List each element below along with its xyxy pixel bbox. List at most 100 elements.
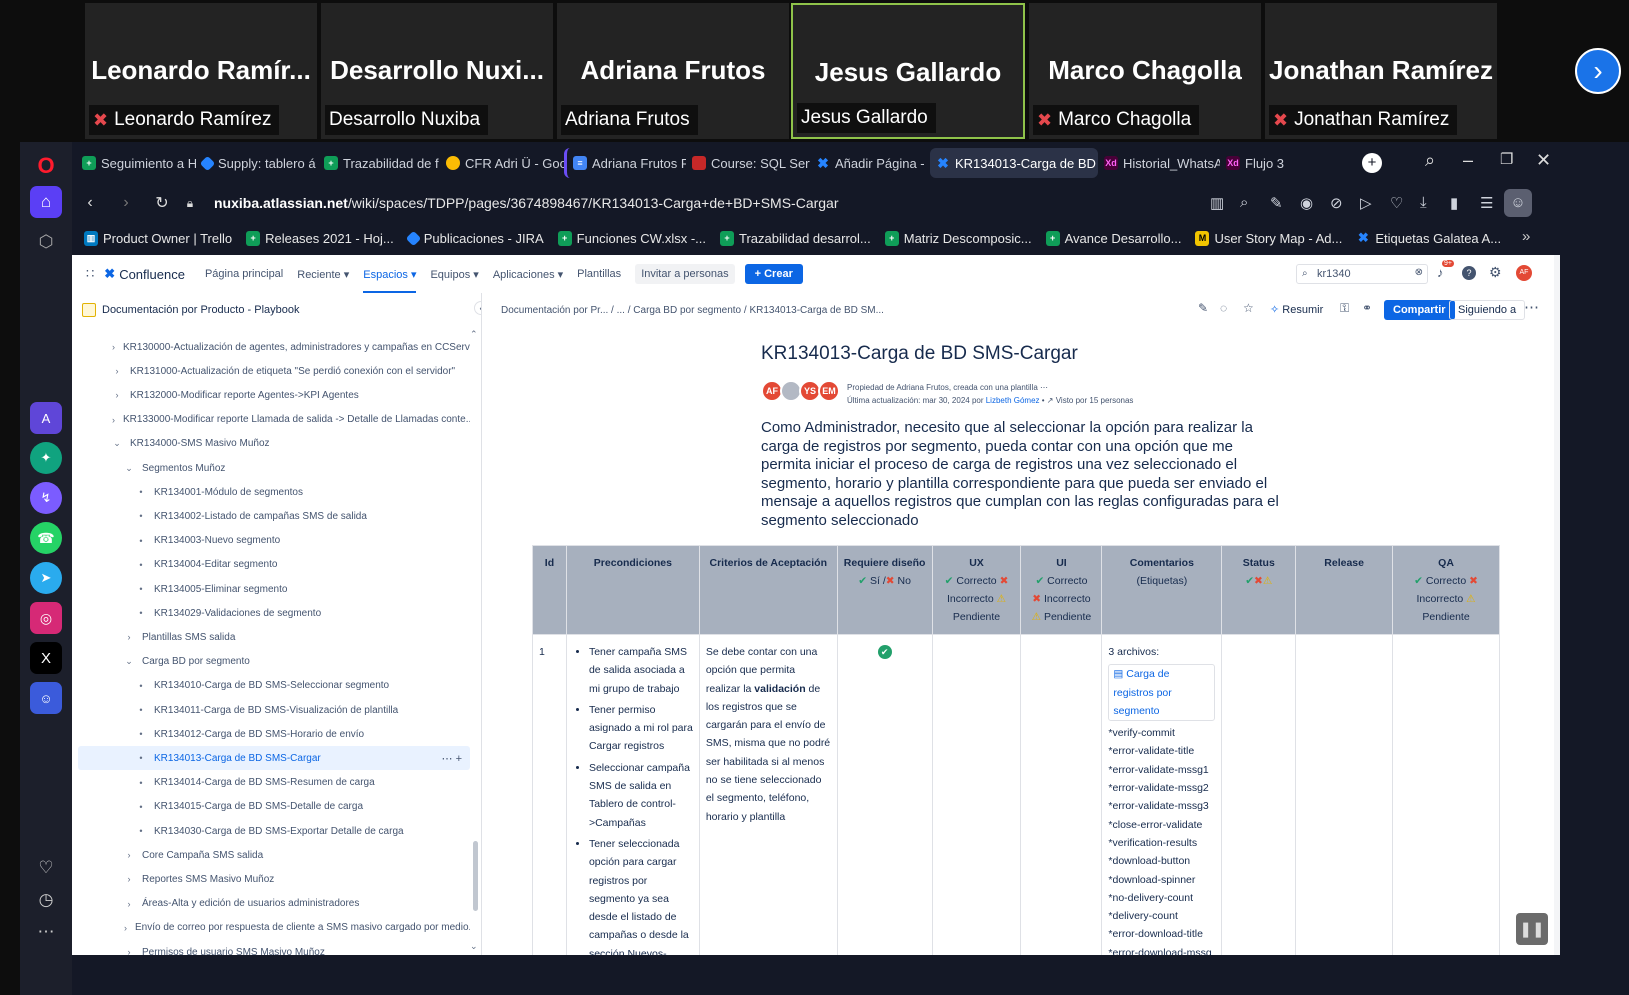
opera-logo-icon[interactable]: O (30, 150, 62, 182)
tree-item[interactable]: › Plantillas SMS salida (78, 625, 470, 649)
camera-icon[interactable]: ◉ (1300, 194, 1313, 212)
download-icon[interactable]: ⤓ (1420, 194, 1427, 211)
browser-tab[interactable]: Xd Flujo 3 (1220, 148, 1330, 178)
edit-icon[interactable]: ✎ (1270, 194, 1283, 212)
history-icon[interactable]: ◷ (30, 884, 62, 916)
chevron-icon[interactable]: › (124, 874, 134, 884)
app-switcher-icon[interactable]: ∷ (86, 266, 94, 282)
pause-icon[interactable]: ❚❚ (1516, 913, 1548, 945)
messenger-icon[interactable]: ↯ (30, 482, 62, 514)
participant-tile[interactable]: Adriana Frutos Adriana Frutos (557, 3, 789, 139)
more-icon[interactable]: ⋯ (1040, 383, 1048, 392)
bullet-icon[interactable]: • (136, 487, 146, 497)
url-field[interactable]: nuxiba.atlassian.net/wiki/spaces/TDPP/pa… (214, 195, 839, 211)
profile-icon[interactable]: ☺ (1504, 189, 1532, 217)
bullet-icon[interactable]: • (136, 729, 146, 739)
nav-teams[interactable]: Equipos ▾ (430, 268, 478, 281)
comment-icon[interactable]: ◌ (1220, 301, 1227, 315)
bookmark-item[interactable]: Publicaciones - JIRA (405, 230, 544, 246)
tree-item[interactable]: › Áreas-Alta y edición de usuarios admini… (78, 892, 470, 916)
reload-icon[interactable]: ↻ (144, 193, 180, 213)
more-actions-icon[interactable]: ⋯ (1524, 298, 1539, 316)
invite-button[interactable]: Invitar a personas (635, 264, 735, 284)
tree-item[interactable]: › KR132000-Modificar reporte Agentes->KPI… (78, 383, 470, 407)
product-name[interactable]: Confluence (119, 267, 185, 282)
summarize-button[interactable]: ✧ Resumir (1270, 303, 1323, 316)
bookmark-item[interactable]: + Matriz Descomposic... (884, 230, 1032, 246)
browser-tab[interactable]: Supply: tablero á (196, 148, 318, 178)
chevron-icon[interactable]: › (112, 415, 115, 425)
chevron-icon[interactable]: ⌄ (124, 656, 134, 667)
chevron-icon[interactable]: › (124, 947, 134, 955)
restore-button[interactable]: ❐ (1500, 150, 1513, 168)
bookmark-item[interactable]: + Avance Desarrollo... (1045, 230, 1181, 246)
tree-item[interactable]: • KR134001-Módulo de segmentos (78, 480, 470, 504)
tree-item[interactable]: • KR134014-Carga de BD SMS-Resumen de car… (78, 771, 470, 795)
reader-icon[interactable]: ▥ (1210, 194, 1224, 212)
chevron-icon[interactable]: ⌄ (124, 463, 134, 474)
bullet-icon[interactable]: • (136, 560, 146, 570)
share-button[interactable]: Compartir (1384, 300, 1455, 320)
link-icon[interactable]: ⚭ (1362, 301, 1372, 315)
page-scrollbar[interactable] (1554, 255, 1560, 955)
battery-icon[interactable]: ▮ (1450, 194, 1458, 212)
bullet-icon[interactable]: • (136, 681, 146, 691)
forward-icon[interactable]: › (108, 194, 144, 212)
chevron-icon[interactable]: ⌄ (112, 438, 122, 449)
tree-item-selected[interactable]: • KR134013-Carga de BD SMS-Cargar ⋯ + (78, 746, 470, 771)
minimize-button[interactable]: – (1463, 150, 1473, 171)
browser-tab[interactable]: ≡ Adriana Frutos Fi (564, 148, 686, 178)
heart-icon[interactable]: ♡ (30, 852, 62, 884)
tree-item[interactable]: › Envío de correo por respuesta de client… (78, 916, 470, 940)
clear-icon[interactable]: ⊗ (1415, 267, 1423, 278)
bullet-icon[interactable]: • (136, 826, 146, 836)
edit-icon[interactable]: ✎ (1198, 301, 1208, 315)
tree-item[interactable]: › Permisos de usuario SMS Masivo Muñoz (78, 940, 470, 956)
tree-item[interactable]: › KR130000-Actualización de agentes, admi… (78, 335, 470, 359)
next-participants-button[interactable]: › (1575, 48, 1621, 94)
create-button[interactable]: + Crear (744, 264, 803, 284)
nav-spaces[interactable]: Espacios ▾ (363, 256, 417, 293)
participant-tile-active[interactable]: Jesus Gallardo Jesus Gallardo (791, 3, 1025, 139)
browser-tab[interactable]: + Trazabilidad de f (318, 148, 440, 178)
tree-item[interactable]: • KR134011-Carga de BD SMS-Visualización … (78, 698, 470, 722)
bullet-icon[interactable]: • (136, 608, 146, 618)
bookmark-item[interactable]: + Releases 2021 - Hoj... (246, 230, 394, 246)
tree-item[interactable]: • KR134005-Eliminar segmento (78, 577, 470, 601)
bookmark-item[interactable]: ▥ Product Owner | Trello (84, 230, 232, 246)
breadcrumb[interactable]: Documentación por Pr... / ... / Carga BD… (501, 305, 884, 316)
browser-tab[interactable]: Xd Historial_WhatsA (1098, 148, 1220, 178)
tree-item[interactable]: › Reportes SMS Masivo Muñoz (78, 867, 470, 891)
tree-item[interactable]: › KR131000-Actualización de etiqueta "Se … (78, 359, 470, 383)
browser-tab[interactable]: CFR Adri Ü - Goo (440, 148, 564, 178)
zoom-icon[interactable]: ⌕ (1240, 194, 1248, 211)
tree-item[interactable]: • KR134012-Carga de BD SMS-Horario de env… (78, 722, 470, 746)
tree-item[interactable]: • KR134010-Carga de BD SMS-Seleccionar se… (78, 674, 470, 698)
attachment-link[interactable]: ▤ Carga de registros por segmento (1108, 664, 1216, 722)
bullet-icon[interactable]: • (136, 584, 146, 594)
back-icon[interactable]: ‹ (72, 194, 108, 212)
tree-item[interactable]: • KR134003-Nuevo segmento (78, 529, 470, 553)
participant-tile[interactable]: Jonathan Ramírez ✖ Jonathan Ramírez (1265, 3, 1497, 139)
tree-item[interactable]: • KR134015-Carga de BD SMS-Detalle de car… (78, 795, 470, 819)
bullet-icon[interactable]: • (136, 778, 146, 788)
star-icon[interactable]: ☆ (1243, 301, 1254, 315)
bullet-icon[interactable]: • (136, 753, 146, 763)
more-bookmarks-icon[interactable]: » (1522, 228, 1530, 245)
new-tab-button[interactable]: + (1362, 153, 1382, 173)
chevron-icon[interactable]: › (124, 899, 134, 909)
sidebar-scrollbar[interactable] (473, 841, 478, 911)
bullet-icon[interactable]: • (136, 511, 146, 521)
chatgpt-icon[interactable]: ✦ (30, 442, 62, 474)
tree-item[interactable]: › KR133000-Modificar reporte Llamada de s… (78, 408, 470, 432)
bullet-icon[interactable]: • (136, 705, 146, 715)
flow-icon[interactable]: ▷ (1360, 194, 1372, 212)
space-header[interactable]: Documentación por Producto - Playbook (82, 303, 300, 317)
browser-tab[interactable]: + Seguimiento a H (76, 148, 196, 178)
bell-icon[interactable]: ♪ (1437, 265, 1444, 280)
adblock-icon[interactable]: ⊘ (1330, 194, 1343, 212)
close-button[interactable]: ✕ (1536, 150, 1551, 171)
chevron-icon[interactable]: › (112, 342, 115, 352)
collapse-sidebar-icon[interactable]: ‹ (474, 301, 481, 315)
tree-item[interactable]: • KR134030-Carga de BD SMS-Exportar Detal… (78, 819, 470, 843)
